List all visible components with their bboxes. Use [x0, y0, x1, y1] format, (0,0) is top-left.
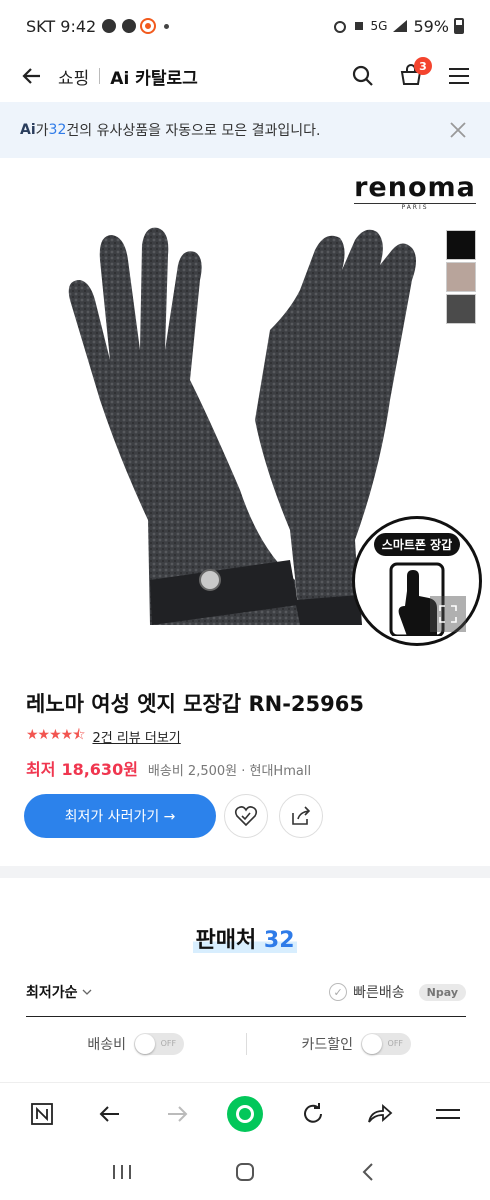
filter-label: 배송비: [87, 1037, 127, 1053]
product-image[interactable]: renoma PARIS 스마트폰 장갑: [0, 160, 490, 660]
sellers-heading: 판매처 32: [0, 922, 490, 954]
sort-select[interactable]: 최저가순: [26, 982, 92, 1002]
sort-row: 최저가순 ✓ 빠른배송 Npay: [26, 976, 466, 1008]
cart-button[interactable]: 3: [396, 57, 432, 91]
sellers-title: 판매처: [195, 928, 257, 953]
check-icon: ✓: [329, 983, 348, 1001]
reviews-link[interactable]: 2건 리뷰 더보기: [92, 727, 180, 746]
card-discount-filter[interactable]: 카드할인 OFF: [247, 1033, 467, 1055]
close-icon: [450, 122, 466, 138]
browser-toolbar: [0, 1082, 490, 1144]
color-swatches: [446, 230, 476, 324]
arrow-left-icon: [99, 1105, 119, 1122]
more-notifications-icon: [164, 23, 170, 29]
swatch-beige[interactable]: [446, 262, 476, 292]
heart-check-icon: [234, 806, 258, 827]
menu-icon: [449, 68, 469, 84]
fast-shipping-label: 빠른배송: [353, 985, 405, 1001]
header-divider: [99, 68, 101, 84]
search-icon: [352, 65, 373, 86]
expand-icon: [439, 605, 457, 623]
price-value: 18,630원: [61, 760, 138, 779]
search-button[interactable]: [348, 61, 378, 91]
mute-icon: [354, 22, 363, 30]
refresh-icon: [303, 1102, 322, 1123]
npay-filter[interactable]: Npay: [418, 983, 466, 1001]
arrow-right-icon: [168, 1105, 188, 1122]
redirect-button[interactable]: [358, 1092, 402, 1136]
menu-icon: [436, 1108, 461, 1119]
arrow-left-icon: [22, 68, 40, 84]
system-nav-bar: [0, 1144, 490, 1200]
brand-logo: renoma PARIS: [348, 172, 482, 211]
swatch-gray[interactable]: [446, 294, 476, 324]
section-divider: [0, 866, 490, 878]
ai-notice-banner: Ai 가 32 건의 유사상품을 자동으로 모은 결과입니다.: [0, 102, 490, 158]
ai-label: Ai: [20, 122, 36, 138]
sort-divider: [26, 1016, 466, 1017]
notification-app-icon: [142, 20, 155, 32]
card-discount-toggle[interactable]: OFF: [361, 1033, 412, 1055]
home-nav-icon: [235, 1163, 254, 1181]
notice-close-button[interactable]: [446, 118, 470, 142]
back-nav-button[interactable]: [348, 1152, 388, 1192]
signal-icon: [393, 20, 408, 32]
naver-n-icon: [30, 1102, 53, 1125]
filter-label: 카드할인: [301, 1037, 354, 1053]
redirect-icon: [368, 1103, 393, 1123]
sellers-count: 32: [263, 928, 295, 953]
header-title: 쇼핑 Ai 카탈로그: [58, 64, 198, 89]
rating-row: ★★★★⯪ 2건 리뷰 더보기: [26, 724, 181, 748]
price-row: 최저 18,630원 배송비 2,500원 · 현대Hmall: [26, 756, 311, 780]
shopping-link[interactable]: 쇼핑: [58, 64, 89, 89]
menu-button[interactable]: [444, 61, 474, 91]
naver-button[interactable]: [20, 1092, 64, 1136]
account-icon: [102, 19, 117, 33]
image-expand-button[interactable]: [430, 596, 466, 632]
chevron-left-icon: [362, 1163, 374, 1181]
shipping-fee-filter[interactable]: 배송비 OFF: [26, 1033, 246, 1055]
status-bar: SKT 9:42 5G 59%: [0, 0, 490, 52]
product-title: 레노마 여성 엣지 모장갑 RN-25965: [26, 692, 364, 716]
battery-icon: [454, 18, 464, 34]
fast-shipping-filter[interactable]: ✓ 빠른배송: [329, 982, 405, 1002]
brand-sub: PARIS: [354, 203, 476, 211]
home-icon: [226, 1095, 263, 1132]
browser-forward-button[interactable]: [155, 1092, 199, 1136]
recent-apps-button[interactable]: [102, 1152, 142, 1192]
home-nav-button[interactable]: [225, 1152, 265, 1192]
catalog-title: Ai 카탈로그: [110, 68, 198, 89]
shipping-fee-toggle[interactable]: OFF: [134, 1033, 185, 1055]
share-icon: [292, 806, 311, 825]
share-button[interactable]: [279, 794, 323, 838]
browser-back-button[interactable]: [88, 1092, 132, 1136]
carrier-time: SKT 9:42: [26, 16, 97, 36]
app-header: 쇼핑 Ai 카탈로그 3: [0, 52, 490, 100]
recent-apps-icon: [112, 1165, 131, 1179]
wishlist-button[interactable]: [224, 794, 268, 838]
notice-text: 건의 유사상품을 자동으로 모은 결과입니다.: [66, 123, 321, 139]
smart-badge-label: 스마트폰 장갑: [373, 533, 461, 556]
chat-icon: [122, 19, 137, 33]
chevron-down-icon: [82, 989, 91, 995]
shipping-info: 배송비 2,500원 · 현대Hmall: [147, 764, 312, 779]
back-button[interactable]: [16, 60, 48, 92]
browser-menu-button[interactable]: [426, 1092, 470, 1136]
refresh-button[interactable]: [291, 1092, 335, 1136]
filter-row: 배송비 OFF 카드할인 OFF: [26, 1028, 466, 1060]
sort-label: 최저가순: [26, 985, 78, 1001]
price-label: 최저: [26, 760, 56, 779]
star-rating-icon: ★★★★⯪: [26, 727, 85, 743]
notice-count: 32: [48, 122, 67, 138]
network-type: 5G: [370, 19, 388, 33]
cart-count-badge: 3: [414, 57, 432, 75]
alarm-icon: [333, 21, 346, 33]
buy-lowest-button[interactable]: 최저가 사러가기 →: [24, 794, 216, 838]
swatch-black[interactable]: [446, 230, 476, 260]
battery-percent: 59%: [413, 16, 449, 36]
brand-name: renoma: [354, 172, 476, 203]
home-button[interactable]: [223, 1092, 267, 1136]
notice-prefix: 가: [35, 123, 49, 139]
